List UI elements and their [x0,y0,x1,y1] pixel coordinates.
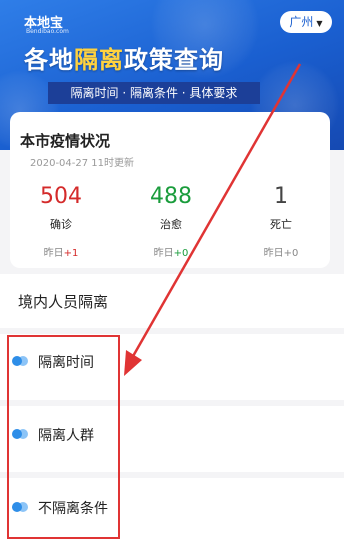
list-item-label: 隔离时间 [38,355,94,371]
stat-death: 1 死亡 昨日+0 [236,184,326,259]
delta-prefix: 昨日 [263,248,284,259]
stat-delta: 昨日+1 [16,244,106,259]
stat-value: 504 [40,184,82,209]
section-title: 境内人员隔离 [18,293,109,311]
title-highlight: 隔离 [74,46,124,74]
stat-confirmed: 504 确诊 昨日+1 [16,184,106,259]
delta-prefix: 昨日 [43,248,64,259]
subtitle-bar: 隔离时间 · 隔离条件 · 具体要求 [48,82,260,104]
delta-prefix: 昨日 [153,248,174,259]
list-item-label: 隔离人群 [38,428,94,444]
bullet-dots-icon [12,356,28,366]
list-item-isolation-time[interactable]: 隔离时间 [0,334,344,400]
page-title: 各地隔离政策查询 [24,40,324,75]
delta-value: +0 [173,248,189,259]
list-item-label: 不隔离条件 [38,501,108,517]
bullet-dots-icon [12,429,28,439]
delta-value: +0 [283,248,299,259]
title-suffix: 政策查询 [124,46,224,74]
list-item-no-isolation-conditions[interactable]: 不隔离条件 [0,478,344,544]
city-label: 广州 [289,15,314,29]
logo-subtext: Bendibao.com [26,28,69,35]
stat-label: 治愈 [160,218,182,231]
stat-value: 488 [150,184,192,209]
delta-value: +1 [63,248,79,259]
stat-delta: 昨日+0 [126,244,216,259]
status-card-title: 本市疫情状况 [20,132,111,150]
city-selector[interactable]: 广州 ▼ [280,11,332,33]
stat-label: 确诊 [50,218,72,231]
stat-delta: 昨日+0 [236,244,326,259]
stat-value: 1 [274,184,288,209]
update-time: 2020-04-27 11时更新 [30,158,135,169]
title-prefix: 各地 [24,46,74,74]
caret-down-icon: ▼ [316,19,323,28]
list-item-isolation-group[interactable]: 隔离人群 [0,406,344,472]
stat-cured: 488 治愈 昨日+0 [126,184,216,259]
bullet-dots-icon [12,502,28,512]
stat-label: 死亡 [270,218,292,231]
